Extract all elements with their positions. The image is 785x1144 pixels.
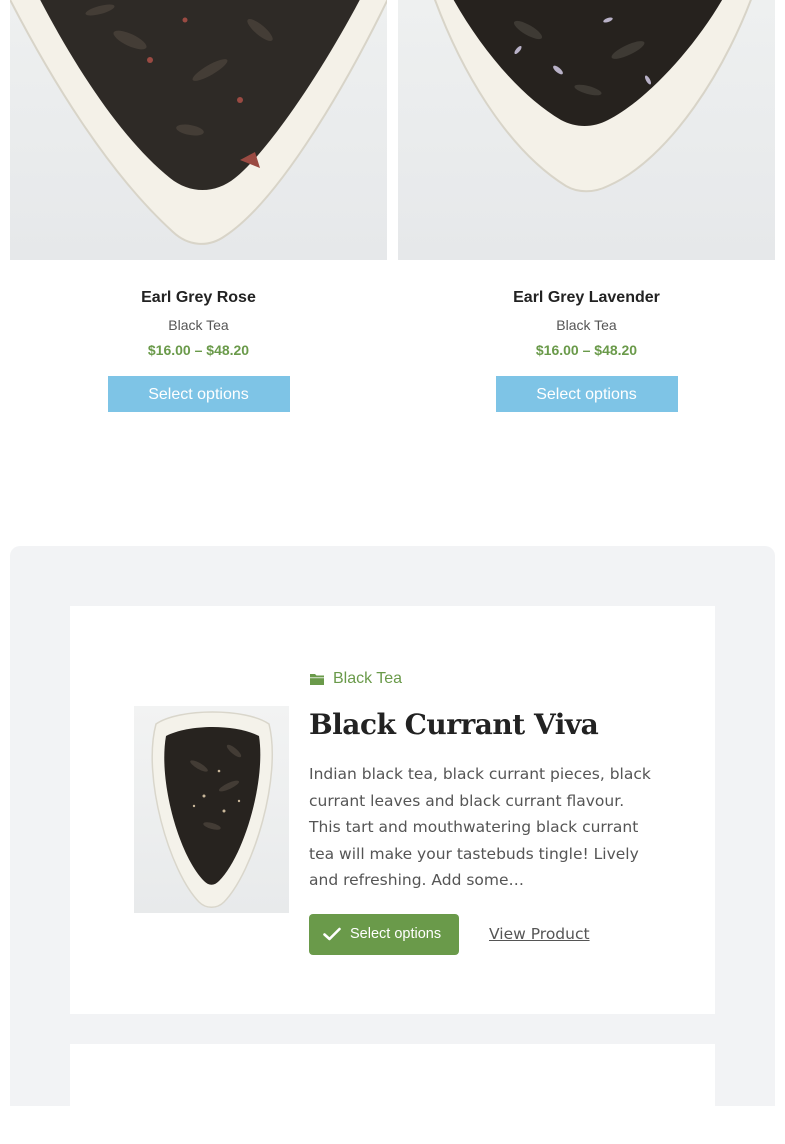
featured-products-section: Black Tea Black Currant Viva Indian blac… bbox=[10, 546, 775, 1144]
check-icon bbox=[323, 927, 341, 941]
tea-leaves-image bbox=[434, 0, 752, 193]
select-options-button[interactable]: Select options bbox=[107, 376, 290, 412]
featured-product-details: Black Tea Black Currant Viva Indian blac… bbox=[309, 668, 659, 955]
product-card-earl-grey-lavender: Earl Grey Lavender Black Tea $16.00 – $4… bbox=[398, 0, 775, 412]
featured-product-description: Indian black tea, black currant pieces, … bbox=[309, 765, 651, 889]
product-category[interactable]: Black Tea bbox=[10, 316, 387, 334]
product-title[interactable]: Earl Grey Rose bbox=[10, 288, 387, 308]
select-options-label: Select options bbox=[350, 926, 442, 942]
tea-leaves-image bbox=[151, 711, 273, 908]
product-card-earl-grey-rose: Earl Grey Rose Black Tea $16.00 – $48.20… bbox=[10, 0, 387, 412]
product-price: $16.00 – $48.20 bbox=[535, 342, 638, 358]
featured-product-card: Black Tea Black Currant Viva Indian blac… bbox=[70, 606, 715, 1014]
product-image[interactable] bbox=[398, 0, 775, 260]
tea-leaves-image bbox=[10, 0, 387, 245]
product-image[interactable] bbox=[10, 0, 387, 260]
featured-product-title[interactable]: Black Currant Viva bbox=[309, 707, 659, 743]
product-category[interactable]: Black Tea bbox=[398, 316, 775, 334]
view-product-link[interactable]: View Product bbox=[489, 925, 590, 943]
product-actions: Select options View Product bbox=[309, 913, 659, 955]
category-label: Black Tea bbox=[333, 670, 403, 687]
product-title[interactable]: Earl Grey Lavender bbox=[398, 288, 775, 308]
select-options-button[interactable]: Select options bbox=[495, 376, 678, 412]
category-link[interactable]: Black Tea bbox=[309, 668, 659, 690]
select-options-button[interactable]: Select options bbox=[309, 913, 459, 955]
featured-product-card-next bbox=[70, 1044, 715, 1144]
folder-icon bbox=[310, 674, 324, 685]
featured-product-image[interactable] bbox=[134, 706, 289, 913]
product-price: $16.00 – $48.20 bbox=[147, 342, 250, 358]
